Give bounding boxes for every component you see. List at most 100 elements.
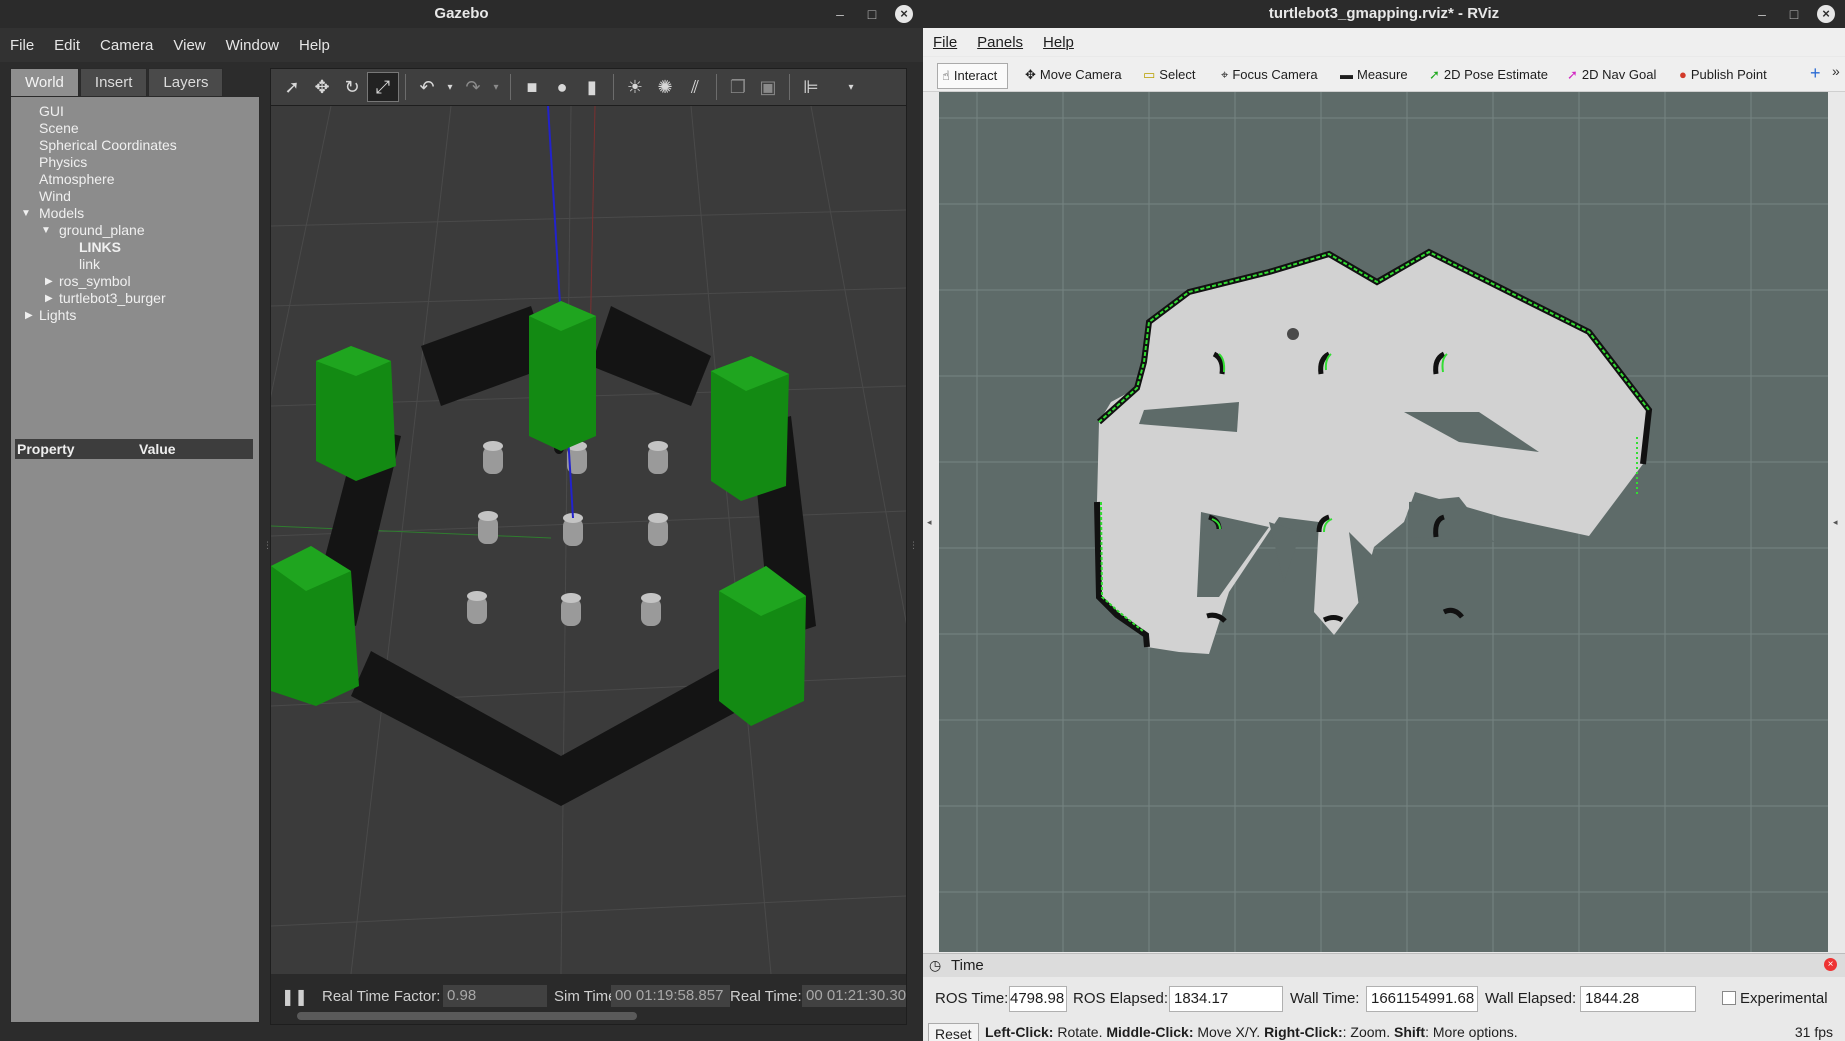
scale-mode-icon[interactable]: ⤢ [367,72,399,102]
left-splitter-handle[interactable]: ⋮ [263,540,272,556]
wall-time-field[interactable]: 1661154991.68 [1366,986,1478,1012]
copy-icon[interactable]: ❐ [723,77,753,98]
box-shape-icon[interactable]: ■ [517,77,547,98]
sphere-shape-icon[interactable]: ● [547,77,577,98]
menu-file[interactable]: File [923,34,967,51]
tree-item-models[interactable]: ▼ Models [11,205,259,222]
pose-estimate-tool-label: 2D Pose Estimate [1443,67,1548,82]
tree-item-physics[interactable]: Physics [11,154,259,171]
undo-icon[interactable]: ↶ [412,77,442,98]
gazebo-3d-scene[interactable] [271,106,906,974]
collapsed-arrow-icon[interactable]: ▶ [45,290,53,307]
menu-edit[interactable]: Edit [44,37,90,54]
maximize-icon[interactable]: □ [863,6,881,22]
add-tool-icon[interactable]: + [1810,63,1821,84]
rviz-3d-viewport[interactable] [939,92,1828,952]
world-panel: World Insert Layers GUI Scene Spherical … [10,68,260,1023]
tree-item-lights[interactable]: ▶ Lights [11,307,259,324]
status-scrollbar[interactable] [297,1012,637,1020]
tab-world[interactable]: World [10,68,79,98]
paste-icon[interactable]: ▣ [753,77,783,98]
close-icon[interactable]: × [895,5,913,23]
pose-estimate-tool-button[interactable]: ➚ 2D Pose Estimate [1429,63,1548,87]
tree-item-lights-label: Lights [39,307,77,323]
rviz-window: turtlebot3_gmapping.rviz* - RViz – □ × F… [923,0,1845,1041]
spot-light-icon[interactable]: ✺ [650,77,680,98]
nav-goal-tool-button[interactable]: ➚ 2D Nav Goal [1567,63,1656,87]
experimental-label: Experimental [1740,990,1828,1007]
point-light-icon[interactable]: ☀ [620,77,650,98]
green-arrow-icon: ➚ [1429,67,1440,82]
right-splitter-handle[interactable]: ⋮ [909,540,918,556]
robot-marker[interactable] [1287,328,1299,340]
ros-elapsed-field[interactable]: 1834.17 [1169,986,1283,1012]
expand-right-icon[interactable]: ◂ [1833,517,1838,528]
menu-help[interactable]: Help [289,37,340,54]
tree-item-link[interactable]: link [11,256,259,273]
cylinder-shape-icon[interactable]: ▮ [577,77,607,98]
redo-icon[interactable]: ↷ [458,77,488,98]
tree-item-spherical-coordinates[interactable]: Spherical Coordinates [11,137,259,154]
gazebo-window: Gazebo – □ × File Edit Camera View Windo… [0,0,923,1041]
rviz-menubar: File Panels Help [923,28,1845,56]
minimize-icon[interactable]: – [1753,6,1771,22]
collapsed-arrow-icon[interactable]: ▶ [45,273,53,290]
expanded-arrow-icon[interactable]: ▼ [21,205,31,222]
value-column-header: Value [139,441,176,457]
menu-view[interactable]: View [163,37,215,54]
select-mode-icon[interactable]: ➚ [277,77,307,98]
expand-left-icon[interactable]: ◂ [927,517,932,528]
tree-item-scene[interactable]: Scene [11,120,259,137]
menu-window[interactable]: Window [216,37,289,54]
select-tool-button[interactable]: ▭ Select [1143,63,1195,87]
toolbar-separator [789,74,790,100]
maximize-icon[interactable]: □ [1785,6,1803,22]
pause-icon[interactable]: ❚❚ [281,987,308,1007]
ros-time-field[interactable]: 4798.98 [1009,986,1067,1012]
focus-camera-tool-button[interactable]: ⌖ Focus Camera [1221,63,1318,87]
tree-item-ground-plane[interactable]: ▼ ground_plane [11,222,259,239]
property-table-header: Property Value [15,439,253,459]
gazebo-window-controls: – □ × [831,0,913,28]
more-tools-icon[interactable]: ▾ [836,82,866,93]
toolbar-overflow-icon[interactable]: » [1832,63,1840,79]
publish-point-tool-button[interactable]: ● Publish Point [1679,63,1767,87]
tree-item-wind[interactable]: Wind [11,188,259,205]
gazebo-status-bar: ❚❚ Real Time Factor: 0.98 Sim Time: 00 0… [271,974,906,1024]
close-icon[interactable]: × [1817,5,1835,23]
wall-elapsed-field[interactable]: 1844.28 [1580,986,1696,1012]
rotate-mode-icon[interactable]: ↻ [337,77,367,98]
interact-tool-button[interactable]: ☝ Interact [937,63,1009,89]
free-space [1097,252,1649,654]
tree-item-turtlebot3-burger[interactable]: ▶ turtlebot3_burger [11,290,259,307]
translate-mode-icon[interactable]: ✥ [307,77,337,98]
reset-button[interactable]: Reset [928,1023,979,1041]
expanded-arrow-icon[interactable]: ▼ [41,222,51,239]
tab-insert[interactable]: Insert [79,68,148,98]
move-camera-tool-button[interactable]: ✥ Move Camera [1025,63,1122,87]
collapsed-arrow-icon[interactable]: ▶ [25,307,33,324]
menu-help[interactable]: Help [1033,34,1084,51]
menu-camera[interactable]: Camera [90,37,163,54]
undo-dropdown-icon[interactable]: ▾ [442,82,458,93]
redo-dropdown-icon[interactable]: ▾ [488,82,504,93]
menu-panels[interactable]: Panels [967,34,1033,51]
tab-layers[interactable]: Layers [148,68,224,98]
menu-file[interactable]: File [0,37,44,54]
tree-item-links[interactable]: LINKS [11,239,259,256]
tree-item-ros-symbol-label: ros_symbol [59,273,131,289]
align-icon[interactable]: ⊫ [796,77,826,98]
ros-time-label: ROS Time: [935,990,1009,1007]
hint-shift-key: Shift [1393,1024,1426,1040]
experimental-checkbox[interactable] [1722,991,1736,1005]
measure-tool-button[interactable]: ▬ Measure [1340,63,1408,87]
toolbar-separator [716,74,717,100]
directional-light-icon[interactable]: ⫽ [680,77,710,98]
tree-item-atmosphere[interactable]: Atmosphere [11,171,259,188]
tree-item-turtlebot3-burger-label: turtlebot3_burger [59,290,166,306]
minimize-icon[interactable]: – [831,6,849,22]
tree-item-ros-symbol[interactable]: ▶ ros_symbol [11,273,259,290]
hint-shift-action: : More options. [1425,1024,1518,1040]
tree-item-gui[interactable]: GUI [11,103,259,120]
close-panel-icon[interactable]: × [1824,958,1837,971]
